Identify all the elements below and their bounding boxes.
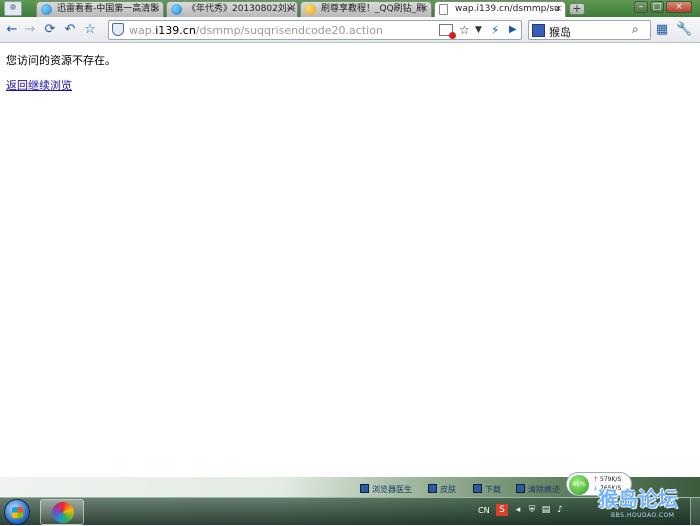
close-window-button[interactable]: × [666, 1, 692, 13]
not-found-message: 您访问的资源不存在。 [6, 54, 116, 67]
ime-icon[interactable]: S [496, 504, 508, 516]
reload-icon[interactable]: ⟳ [42, 22, 58, 38]
navigation-toolbar: ← → ⟳ ↶ ☆ wap.i139.cn/dsmmp/suqqrisendco… [0, 17, 700, 43]
extension-icon[interactable] [439, 24, 456, 39]
dropdown-arrow-icon[interactable]: ▼ [475, 23, 482, 37]
continue-browsing-link[interactable]: 返回继续浏览 [6, 77, 72, 93]
page-icon [439, 4, 448, 15]
taskbar: CN S ◂ ⛨ ▤ ♪ [0, 497, 700, 526]
tab-close-icon[interactable]: × [554, 2, 562, 16]
tray-arrow-icon[interactable]: ◂ [512, 504, 524, 516]
tab-xunlei[interactable]: 迅雷看看-中国第一高清影 × [36, 1, 164, 17]
tab-label: 《年代秀》20130802刘兴 [187, 4, 296, 14]
address-bar[interactable]: wap.i139.cn/dsmmp/suqqrisendcode20.actio… [108, 20, 522, 40]
tab-close-icon[interactable]: × [420, 2, 428, 16]
upload-speed: 579K/S [593, 476, 621, 483]
back-arrow-icon[interactable]: ← [4, 22, 20, 38]
download-gadget[interactable]: 下载 [473, 484, 501, 495]
taskbar-browser-icon[interactable] [40, 499, 84, 525]
volume-icon[interactable]: ♪ [554, 504, 566, 516]
smiley-icon [305, 4, 316, 15]
tab-niandaixiu[interactable]: 《年代秀》20130802刘兴 × [166, 1, 298, 17]
start-button[interactable] [4, 499, 30, 525]
blue-globe-icon [171, 4, 182, 15]
tab-close-icon[interactable]: × [152, 2, 160, 16]
page-content: 您访问的资源不存在。 返回继续浏览 [0, 44, 700, 477]
network-icon[interactable]: ▤ [540, 504, 552, 516]
lightning-icon[interactable]: ⚡ [491, 23, 499, 37]
tab-close-icon[interactable]: × [286, 2, 294, 16]
browser-doctor-gadget[interactable]: 浏览器医生 [360, 484, 412, 495]
shield-tray-icon[interactable]: ⛨ [526, 504, 538, 516]
search-input[interactable]: 猴岛 [549, 24, 571, 40]
search-magnifier-icon[interactable]: ⌕ [632, 22, 639, 37]
show-desktop-button[interactable] [690, 498, 700, 526]
blue-globe-icon [41, 4, 52, 15]
skin-gadget[interactable]: 皮肤 [428, 484, 456, 495]
forum-watermark: 猴岛论坛 [598, 487, 678, 511]
tab-qq-tutorial[interactable]: 刷尊享教程！_QQ刷钻_刷 × [300, 1, 432, 17]
download-icon [473, 484, 482, 493]
star-icon[interactable]: ☆ [459, 23, 470, 37]
tab-active-i139[interactable]: wap.i139.cn/dsmmp/su × [434, 1, 566, 18]
clear-traces-gadget[interactable]: 清除痕迹 [516, 484, 560, 495]
go-arrow-icon[interactable]: ▶ [509, 23, 517, 37]
forward-arrow-icon[interactable]: → [22, 22, 38, 38]
language-indicator[interactable]: CN [478, 506, 490, 515]
tab-label: 刷尊享教程！_QQ刷钻_刷 [321, 4, 426, 14]
wrench-menu-icon[interactable]: 🔧 [676, 22, 692, 38]
undo-close-icon[interactable]: ↶ [62, 22, 78, 38]
security-shield-icon [112, 23, 124, 36]
maximize-button[interactable]: □ [650, 1, 664, 13]
search-engine-icon[interactable] [532, 24, 545, 37]
broom-icon [516, 484, 525, 493]
bookmark-star-icon[interactable]: ☆ [82, 22, 98, 38]
apps-grid-icon[interactable]: ▦ [654, 22, 670, 38]
forum-watermark-url: BBS.HOUDAO.COM [611, 512, 675, 519]
tab-strip: 迅雷看看-中国第一高清影 × 《年代秀》20130802刘兴 × 刷尊享教程！_… [0, 0, 700, 18]
tab-label: wap.i139.cn/dsmmp/su [455, 4, 560, 14]
shirt-icon [428, 484, 437, 493]
new-tab-button[interactable]: + [569, 3, 585, 15]
speed-ball: 46% [569, 475, 589, 495]
tab-label: 迅雷看看-中国第一高清影 [57, 4, 160, 14]
plus-icon [360, 484, 369, 493]
address-url[interactable]: wap.i139.cn/dsmmp/suqqrisendcode20.actio… [129, 24, 383, 37]
user-avatar-icon[interactable] [4, 1, 22, 16]
minimize-button[interactable]: – [634, 1, 648, 13]
